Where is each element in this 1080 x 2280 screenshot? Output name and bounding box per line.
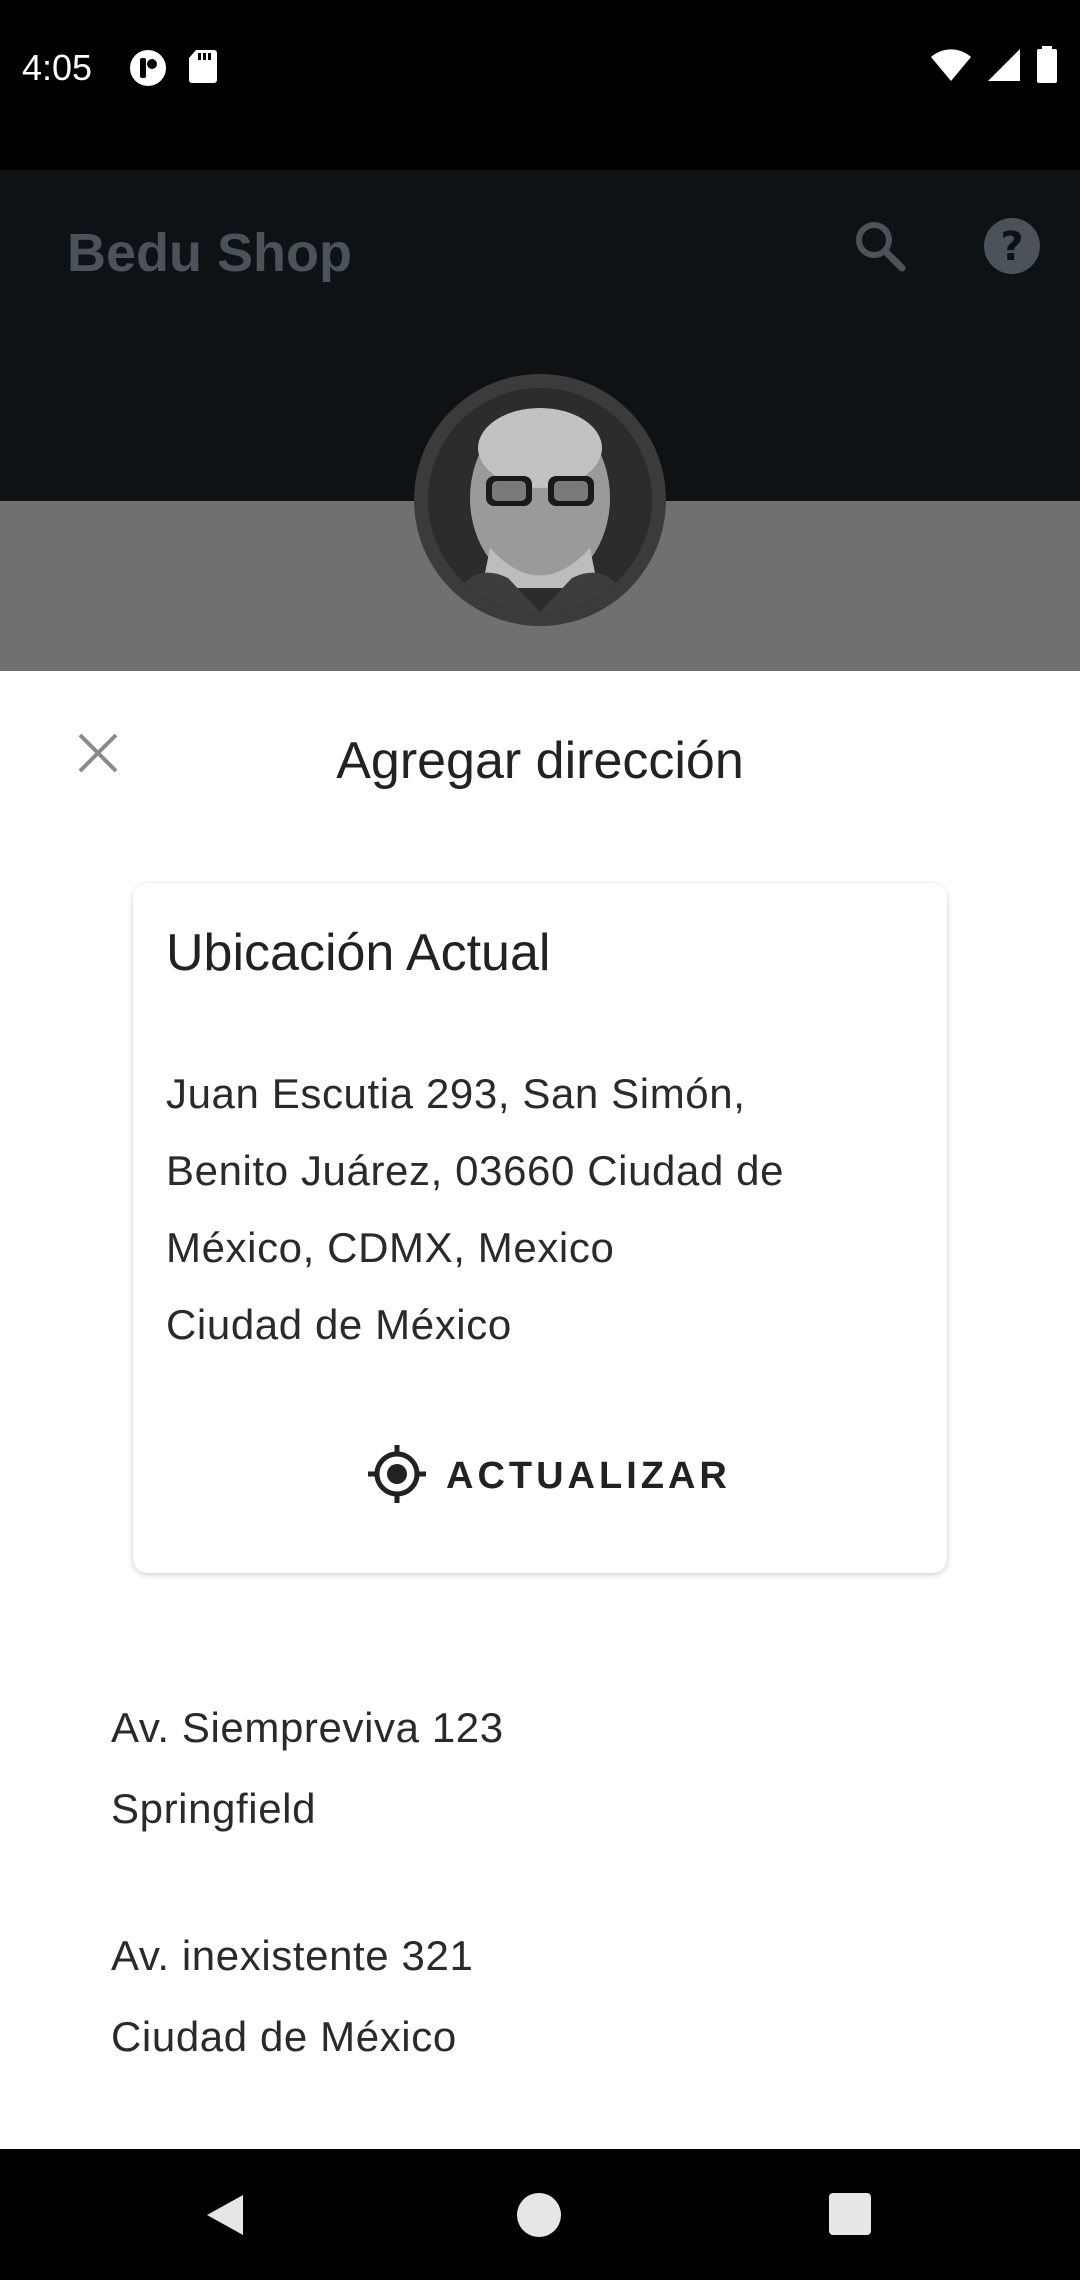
current-location-card: Ubicación Actual Juan Escutia 293, San S… (133, 883, 947, 1573)
saved-address-city: Ciudad de México (111, 2013, 457, 2060)
current-location-title: Ubicación Actual (166, 924, 551, 982)
address-line: Juan Escutia 293, San Simón, (166, 1070, 746, 1117)
avatar-photo (428, 388, 652, 612)
current-location-address: Juan Escutia 293, San Simón, Benito Juár… (166, 1055, 926, 1363)
wifi-icon (930, 48, 972, 87)
add-address-sheet: Agregar dirección Ubicación Actual Juan … (0, 671, 1080, 2149)
saved-address-city: Springfield (111, 1785, 317, 1832)
sd-card-icon (188, 48, 218, 93)
status-bar: 4:05 (0, 0, 1080, 170)
address-line: Ciudad de México (166, 1301, 512, 1348)
saved-address-street: Av. Siempreviva 123 (111, 1704, 504, 1751)
home-icon[interactable] (517, 2193, 561, 2237)
battery-icon (1036, 46, 1058, 89)
address-line: Benito Juárez, 03660 Ciudad de (166, 1147, 785, 1194)
avatar (414, 374, 666, 626)
status-time: 4:05 (22, 47, 93, 88)
help-icon[interactable]: ? (982, 216, 1042, 281)
app-title: Bedu Shop (67, 223, 352, 283)
svg-text:?: ? (1000, 224, 1023, 270)
system-nav-bar (0, 2149, 1080, 2280)
app-notification-icon (128, 48, 168, 93)
saved-address-item[interactable]: Av. Siempreviva 123 Springfield (111, 1687, 504, 1849)
saved-address-street: Av. inexistente 321 (111, 1932, 474, 1979)
address-line: México, CDMX, Mexico (166, 1224, 615, 1271)
sheet-title: Agregar dirección (336, 732, 744, 790)
back-icon[interactable] (203, 2191, 247, 2244)
search-icon[interactable] (852, 218, 908, 279)
update-location-button[interactable]: ACTUALIZAR (366, 1441, 731, 1511)
saved-address-item[interactable]: Av. inexistente 321 Ciudad de México (111, 1915, 473, 2077)
update-button-label: ACTUALIZAR (446, 1454, 731, 1497)
recents-icon[interactable] (829, 2193, 871, 2235)
signal-icon (986, 48, 1022, 87)
gps-target-icon (366, 1443, 428, 1510)
